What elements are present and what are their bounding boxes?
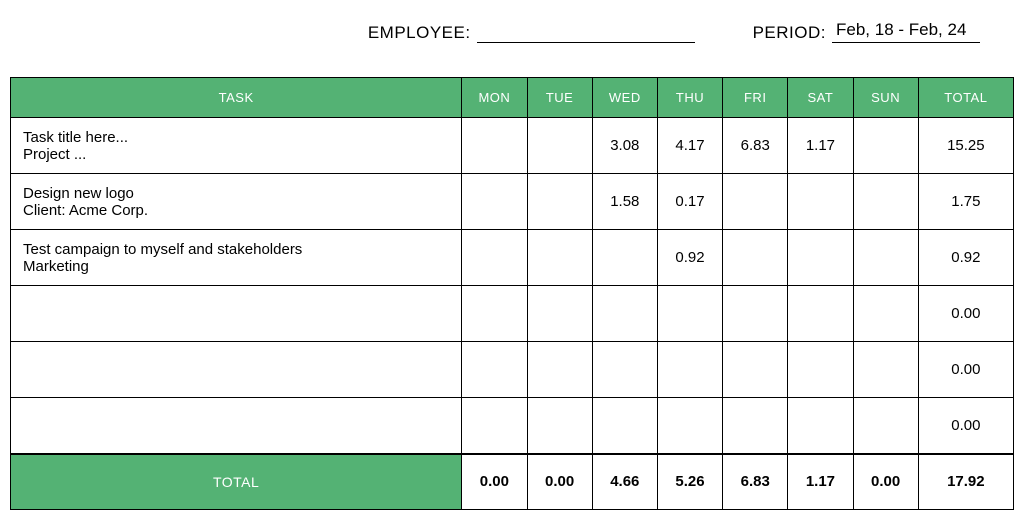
cell-sun[interactable] (853, 342, 918, 398)
cell-total: 0.00 (918, 342, 1013, 398)
task-subtitle: Client: Acme Corp. (23, 202, 449, 219)
task-title: Test campaign to myself and stakeholders (23, 241, 449, 258)
cell-sat[interactable] (788, 230, 853, 286)
cell-tue[interactable] (527, 230, 592, 286)
header-row: TASK MON TUE WED THU FRI SAT SUN TOTAL (11, 78, 1014, 118)
cell-wed[interactable] (592, 286, 657, 342)
header-form: EMPLOYEE: PERIOD: Feb, 18 - Feb, 24 (10, 20, 1014, 43)
task-cell[interactable]: Test campaign to myself and stakeholders… (11, 230, 462, 286)
timesheet-table: TASK MON TUE WED THU FRI SAT SUN TOTAL T… (10, 77, 1014, 510)
totals-label: TOTAL (11, 454, 462, 510)
cell-mon[interactable] (462, 342, 527, 398)
cell-thu[interactable] (657, 286, 722, 342)
cell-fri[interactable] (723, 230, 788, 286)
total-fri: 6.83 (723, 454, 788, 510)
col-sat: SAT (788, 78, 853, 118)
cell-sun[interactable] (853, 398, 918, 454)
cell-fri[interactable]: 6.83 (723, 118, 788, 174)
cell-thu[interactable]: 0.92 (657, 230, 722, 286)
cell-sat[interactable]: 1.17 (788, 118, 853, 174)
cell-sat[interactable] (788, 286, 853, 342)
col-total: TOTAL (918, 78, 1013, 118)
cell-tue[interactable] (527, 286, 592, 342)
cell-tue[interactable] (527, 398, 592, 454)
task-title: Task title here... (23, 129, 449, 146)
cell-wed[interactable] (592, 398, 657, 454)
cell-sun[interactable] (853, 174, 918, 230)
col-thu: THU (657, 78, 722, 118)
cell-sun[interactable] (853, 230, 918, 286)
total-mon: 0.00 (462, 454, 527, 510)
task-cell[interactable] (11, 286, 462, 342)
employee-value[interactable] (477, 40, 695, 43)
table-row: 0.00 (11, 398, 1014, 454)
col-fri: FRI (723, 78, 788, 118)
task-title: Design new logo (23, 185, 449, 202)
cell-thu[interactable] (657, 398, 722, 454)
cell-sat[interactable] (788, 174, 853, 230)
cell-sat[interactable] (788, 342, 853, 398)
cell-mon[interactable] (462, 118, 527, 174)
cell-wed[interactable]: 3.08 (592, 118, 657, 174)
cell-thu[interactable]: 4.17 (657, 118, 722, 174)
table-row: Task title here... Project ... 3.08 4.17… (11, 118, 1014, 174)
cell-total: 0.00 (918, 286, 1013, 342)
total-sat: 1.17 (788, 454, 853, 510)
task-subtitle: Marketing (23, 258, 449, 275)
total-tue: 0.00 (527, 454, 592, 510)
col-task: TASK (11, 78, 462, 118)
period-value[interactable]: Feb, 18 - Feb, 24 (832, 20, 980, 43)
total-wed: 4.66 (592, 454, 657, 510)
table-row: 0.00 (11, 286, 1014, 342)
cell-fri[interactable] (723, 398, 788, 454)
cell-tue[interactable] (527, 342, 592, 398)
cell-wed[interactable] (592, 342, 657, 398)
cell-total: 15.25 (918, 118, 1013, 174)
cell-sat[interactable] (788, 398, 853, 454)
cell-sun[interactable] (853, 118, 918, 174)
totals-row: TOTAL 0.00 0.00 4.66 5.26 6.83 1.17 0.00… (11, 454, 1014, 510)
cell-mon[interactable] (462, 398, 527, 454)
cell-fri[interactable] (723, 174, 788, 230)
period-field: PERIOD: Feb, 18 - Feb, 24 (753, 20, 980, 43)
cell-tue[interactable] (527, 118, 592, 174)
cell-fri[interactable] (723, 342, 788, 398)
table-row: 0.00 (11, 342, 1014, 398)
cell-thu[interactable] (657, 342, 722, 398)
table-row: Design new logo Client: Acme Corp. 1.58 … (11, 174, 1014, 230)
cell-wed[interactable] (592, 230, 657, 286)
cell-total: 0.92 (918, 230, 1013, 286)
cell-mon[interactable] (462, 230, 527, 286)
employee-label: EMPLOYEE: (368, 23, 471, 43)
col-tue: TUE (527, 78, 592, 118)
cell-total: 0.00 (918, 398, 1013, 454)
total-thu: 5.26 (657, 454, 722, 510)
total-grand: 17.92 (918, 454, 1013, 510)
cell-thu[interactable]: 0.17 (657, 174, 722, 230)
cell-mon[interactable] (462, 174, 527, 230)
cell-sun[interactable] (853, 286, 918, 342)
cell-wed[interactable]: 1.58 (592, 174, 657, 230)
task-subtitle: Project ... (23, 146, 449, 163)
period-label: PERIOD: (753, 23, 826, 43)
col-wed: WED (592, 78, 657, 118)
cell-total: 1.75 (918, 174, 1013, 230)
task-cell[interactable] (11, 342, 462, 398)
col-mon: MON (462, 78, 527, 118)
total-sun: 0.00 (853, 454, 918, 510)
cell-tue[interactable] (527, 174, 592, 230)
task-cell[interactable]: Task title here... Project ... (11, 118, 462, 174)
task-cell[interactable] (11, 398, 462, 454)
cell-fri[interactable] (723, 286, 788, 342)
table-row: Test campaign to myself and stakeholders… (11, 230, 1014, 286)
employee-field: EMPLOYEE: (368, 20, 695, 43)
cell-mon[interactable] (462, 286, 527, 342)
col-sun: SUN (853, 78, 918, 118)
task-cell[interactable]: Design new logo Client: Acme Corp. (11, 174, 462, 230)
